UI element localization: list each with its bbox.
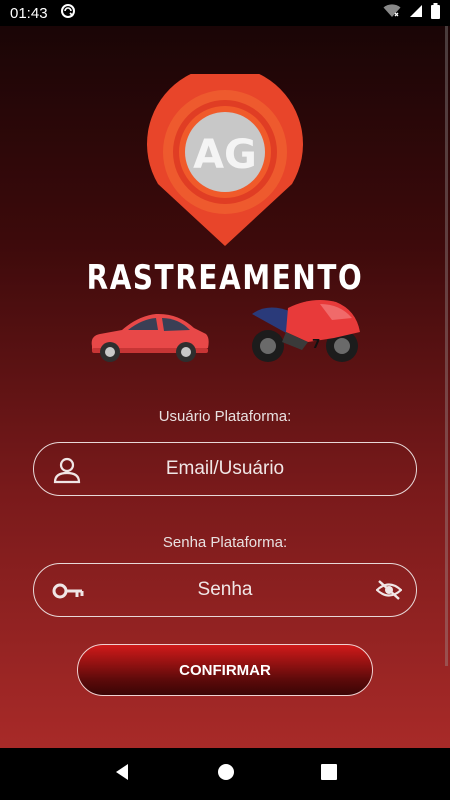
logo-pin-icon: AG xyxy=(147,74,303,246)
username-field-container xyxy=(33,442,417,496)
email-username-input[interactable] xyxy=(34,443,416,495)
toggle-visibility-icon[interactable] xyxy=(376,579,402,601)
battery-icon xyxy=(431,3,440,23)
cellular-signal-icon xyxy=(409,4,423,22)
status-bar: 01:43 xyxy=(0,0,450,26)
car-icon xyxy=(91,313,209,362)
status-time: 01:43 xyxy=(10,4,48,22)
password-label: Senha Plataforma: xyxy=(162,534,288,551)
back-icon[interactable] xyxy=(113,763,131,786)
confirm-button[interactable]: CONFIRMAR xyxy=(77,644,373,696)
wifi-icon xyxy=(383,4,401,22)
motorcycle-icon: 7 xyxy=(252,300,360,362)
sync-status-icon xyxy=(60,3,76,23)
user-icon xyxy=(52,456,82,484)
logo-initials: AG xyxy=(193,132,257,178)
login-screen: AG RASTREAMENTO 7 Usuário Plataforma: Em… xyxy=(0,26,450,748)
password-input[interactable] xyxy=(34,564,416,616)
key-icon xyxy=(52,582,84,600)
scrollbar[interactable] xyxy=(445,26,448,666)
brand-title: RASTREAMENTO xyxy=(86,258,364,298)
username-label: Usuário Plataforma: xyxy=(158,408,292,425)
navigation-bar xyxy=(0,748,450,800)
home-icon[interactable] xyxy=(217,763,235,786)
password-field-container xyxy=(33,563,417,617)
svg-text:7: 7 xyxy=(312,337,320,351)
recents-icon[interactable] xyxy=(321,763,337,785)
